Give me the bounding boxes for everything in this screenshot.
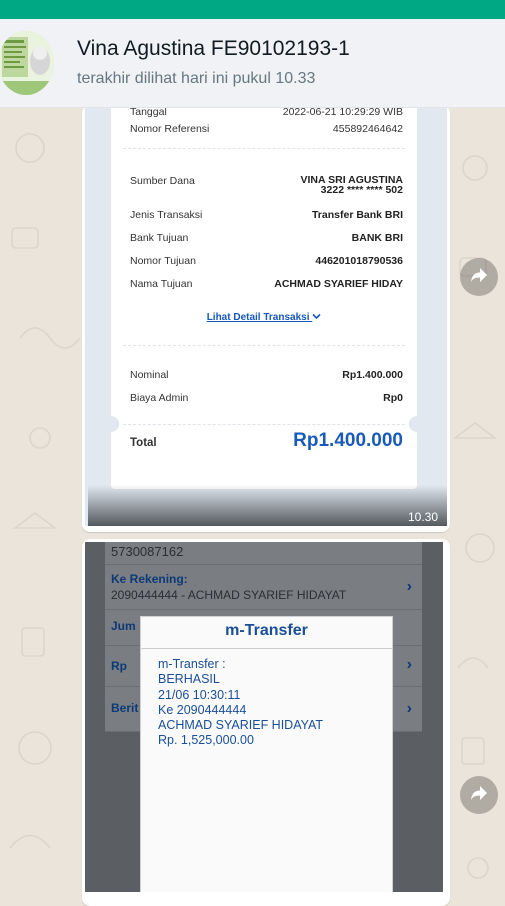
ref-label: Nomor Referensi bbox=[130, 123, 210, 135]
image-overlay bbox=[88, 485, 447, 526]
bank-label: Bank Tujuan bbox=[130, 232, 189, 244]
dialog-line: 21/06 10:30:11 bbox=[158, 687, 241, 702]
image-message-mtransfer[interactable]: 5730087162 Ke Rekening: 2090444444 - ACH… bbox=[82, 539, 450, 906]
receipt-image[interactable]: Tanggal 2022-06-21 10:29:29 WIB Nomor Re… bbox=[85, 108, 447, 526]
chat-area[interactable]: Tanggal 2022-06-21 10:29:29 WIB Nomor Re… bbox=[0, 108, 505, 906]
detail-transaksi-link: Lihat Detail Transaksi bbox=[111, 312, 417, 323]
image-message-receipt[interactable]: Tanggal 2022-06-21 10:29:29 WIB Nomor Re… bbox=[82, 108, 450, 532]
nama-value: ACHMAD SYARIEF HIDAY bbox=[274, 278, 403, 290]
forward-arrow-icon bbox=[470, 785, 488, 806]
receipt-notch-left bbox=[103, 416, 119, 432]
forward-button[interactable] bbox=[460, 258, 498, 296]
dialog-message: m-Transfer : BERHASIL 21/06 10:30:11 Ke … bbox=[158, 657, 323, 749]
jenis-label: Jenis Transaksi bbox=[130, 209, 203, 221]
chevron-down-icon bbox=[312, 312, 321, 323]
ref-value: 455892464642 bbox=[332, 123, 403, 135]
chat-header[interactable]: Vina Agustina FE90102193-1 terakhir dili… bbox=[0, 19, 505, 108]
rp-label: Rp bbox=[111, 659, 127, 673]
forward-arrow-icon bbox=[470, 267, 488, 288]
dialog-divider bbox=[141, 648, 392, 649]
total-label: Total bbox=[130, 437, 157, 449]
status-strip bbox=[0, 0, 505, 19]
dialog-line: BERHASIL bbox=[158, 672, 220, 687]
jumlah-label: Jum bbox=[111, 619, 136, 633]
ke-rekening-label: Ke Rekening: bbox=[111, 572, 188, 586]
sumber-label: Sumber Dana bbox=[130, 175, 195, 187]
nomor-label: Nomor Tujuan bbox=[130, 255, 196, 267]
forward-button[interactable] bbox=[460, 776, 498, 814]
total-value: Rp1.400.000 bbox=[293, 430, 403, 451]
mtransfer-image[interactable]: 5730087162 Ke Rekening: 2090444444 - ACH… bbox=[85, 542, 443, 892]
ke-rekening-value: 2090444444 - ACHMAD SYARIEF HIDAYAT bbox=[111, 588, 347, 602]
tanggal-value: 2022-06-21 10:29:29 WIB bbox=[282, 108, 403, 118]
admin-label: Biaya Admin bbox=[130, 392, 189, 404]
chevron-right-icon: › bbox=[406, 656, 412, 673]
nominal-label: Nominal bbox=[130, 369, 169, 381]
avatar-image bbox=[0, 31, 54, 95]
last-seen-status: terakhir dilihat hari ini pukul 10.33 bbox=[77, 70, 316, 87]
chevron-right-icon: › bbox=[406, 700, 412, 717]
nominal-value: Rp1.400.000 bbox=[342, 369, 403, 381]
receipt-notch-right bbox=[409, 416, 425, 432]
nama-label: Nama Tujuan bbox=[130, 278, 193, 290]
sumber-account: 3222 **** **** 502 bbox=[320, 184, 403, 196]
from-account-value: 5730087162 bbox=[111, 544, 184, 559]
contact-name[interactable]: Vina Agustina FE90102193-1 bbox=[77, 37, 350, 61]
divider bbox=[123, 345, 405, 346]
mtransfer-dialog: m-Transfer m-Transfer : BERHASIL 21/06 1… bbox=[140, 616, 393, 892]
admin-value: Rp0 bbox=[383, 392, 403, 404]
dialog-line: Ke 2090444444 bbox=[158, 702, 247, 717]
contact-avatar[interactable] bbox=[0, 31, 54, 95]
bank-value: BANK BRI bbox=[351, 232, 403, 244]
dialog-line: m-Transfer : bbox=[158, 657, 226, 671]
jenis-value: Transfer Bank BRI bbox=[311, 209, 403, 221]
divider bbox=[123, 148, 405, 149]
dialog-line: Rp. 1,525,000.00 bbox=[158, 733, 254, 748]
nomor-value: 446201018790536 bbox=[315, 255, 403, 267]
message-time: 10.30 bbox=[407, 510, 438, 524]
berita-label: Berit bbox=[111, 701, 139, 715]
dialog-title: m-Transfer bbox=[225, 622, 308, 639]
tanggal-label: Tanggal bbox=[130, 108, 167, 118]
chevron-right-icon: › bbox=[406, 578, 412, 595]
divider bbox=[123, 424, 405, 425]
transaction-receipt: Tanggal 2022-06-21 10:29:29 WIB Nomor Re… bbox=[103, 108, 425, 489]
dialog-line: ACHMAD SYARIEF HIDAYAT bbox=[158, 718, 324, 733]
